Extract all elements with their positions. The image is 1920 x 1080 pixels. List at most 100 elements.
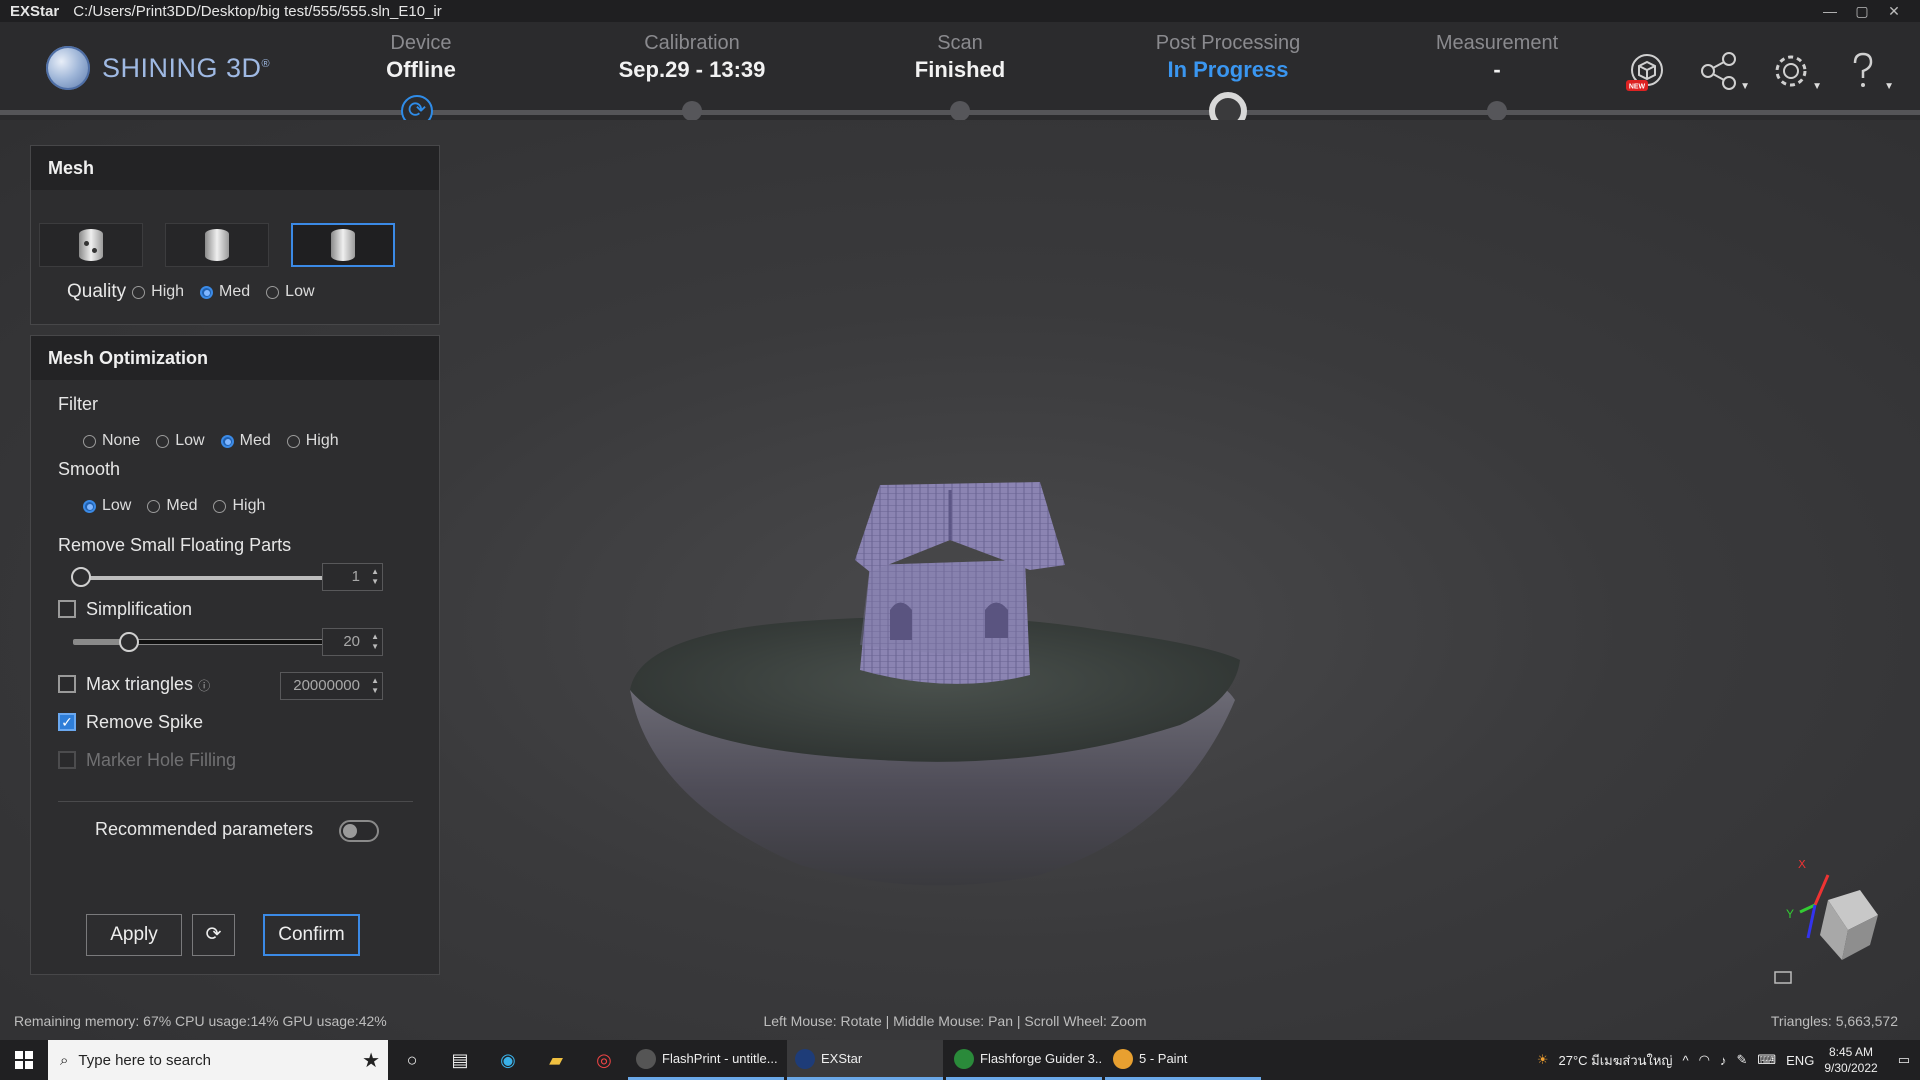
step-measurement[interactable]: Measurement - xyxy=(1387,32,1607,83)
filter-none-radio[interactable]: None xyxy=(83,432,140,450)
radio-selected-icon xyxy=(200,285,214,299)
weather-text[interactable]: 27°C มีเมฆส่วนใหญ่ xyxy=(1559,1050,1673,1071)
reset-button[interactable]: ⟳ xyxy=(192,914,235,956)
pen-icon[interactable]: ✎ xyxy=(1736,1052,1747,1068)
share-button[interactable]: ▼ xyxy=(1696,48,1750,94)
radio-icon xyxy=(213,499,227,513)
taskbar-search-box[interactable]: ⌕ Type here to search ★ xyxy=(48,1040,388,1080)
spin-arrows-icon[interactable]: ▲ ▼ xyxy=(371,567,379,587)
step-post-processing-value: In Progress xyxy=(1167,57,1289,82)
file-explorer-icon[interactable]: ▰ xyxy=(532,1040,580,1080)
radio-icon xyxy=(132,285,146,299)
mesh-optimization-panel: Mesh Optimization Filter None Low Med Hi… xyxy=(30,335,440,975)
cortana-icon[interactable]: ○ xyxy=(388,1040,436,1080)
step-post-processing-label: Post Processing xyxy=(1155,32,1301,54)
taskbar-app-exstar[interactable]: EXStar xyxy=(787,1040,943,1080)
maximize-button[interactable]: ▢ xyxy=(1846,3,1878,20)
reset-icon: ⟳ xyxy=(205,924,222,945)
max-triangles-checkbox[interactable] xyxy=(58,675,76,693)
cylinder-holes-icon xyxy=(79,229,103,261)
smooth-high-radio[interactable]: High xyxy=(213,497,265,515)
max-triangles-label: Max triangles ⓘ xyxy=(86,674,210,695)
smooth-low-label: Low xyxy=(102,497,132,514)
mesh-mode-unwatertight-button[interactable] xyxy=(165,223,269,267)
confirm-button[interactable]: Confirm xyxy=(263,914,360,956)
smooth-low-radio[interactable]: Low xyxy=(83,497,131,515)
radio-icon xyxy=(286,434,300,448)
help-button[interactable]: ▼ xyxy=(1840,48,1894,94)
taskbar-app-chrome[interactable]: Flashforge Guider 3... xyxy=(946,1040,1102,1080)
max-triangles-value: 20000000 xyxy=(293,677,360,694)
step-scan-label: Scan xyxy=(937,32,983,54)
chrome-icon[interactable]: ◎ xyxy=(580,1040,628,1080)
step-calibration-value: Sep.29 - 13:39 xyxy=(618,57,766,82)
cylinder-icon xyxy=(205,229,229,261)
settings-icon xyxy=(1775,55,1807,87)
remove-spike-checkbox[interactable]: ✓ xyxy=(58,713,76,731)
recommended-parameters-toggle[interactable] xyxy=(339,820,379,842)
simplification-handle[interactable] xyxy=(119,632,139,652)
logo-globe-icon xyxy=(46,46,90,90)
keyboard-icon[interactable]: ⌨ xyxy=(1757,1052,1776,1068)
remove-small-parts-handle[interactable] xyxy=(71,567,91,587)
max-triangles-text: Max triangles xyxy=(86,674,194,694)
simplification-slider-fill xyxy=(73,640,125,644)
flashprint-icon xyxy=(636,1048,656,1069)
quality-med-radio[interactable]: Med xyxy=(200,283,250,301)
orientation-gizmo[interactable]: X Y xyxy=(1770,860,1890,990)
fit-view-icon[interactable] xyxy=(1774,971,1792,984)
taskbar-app-flashprint[interactable]: FlashPrint - untitle... xyxy=(628,1040,784,1080)
quality-low-radio[interactable]: Low xyxy=(266,283,315,301)
network-icon[interactable]: ◠ xyxy=(1699,1052,1710,1068)
taskbar-app-flashprint-label: FlashPrint - untitle... xyxy=(662,1051,778,1066)
mesh-panel: Mesh Quality High Med Low xyxy=(30,145,440,325)
quality-row: Quality High Med Low xyxy=(67,281,331,303)
task-view-icon[interactable]: ▤ xyxy=(436,1040,484,1080)
remove-spike-label: Remove Spike xyxy=(86,712,204,732)
smooth-med-radio[interactable]: Med xyxy=(147,497,197,515)
scanned-house-model[interactable] xyxy=(620,470,1260,900)
simplification-spinbox[interactable]: 20 ▲ ▼ xyxy=(322,628,383,656)
remove-small-parts-spinbox[interactable]: 1 ▲ ▼ xyxy=(322,563,383,591)
mesh-mode-watertight-button[interactable] xyxy=(39,223,143,267)
minimize-button[interactable]: — xyxy=(1814,3,1846,19)
spin-arrows-icon[interactable]: ▲ ▼ xyxy=(371,632,379,652)
quality-low-label: Low xyxy=(285,283,315,300)
step-post-processing[interactable]: Post Processing In Progress xyxy=(1118,32,1338,83)
step-calibration[interactable]: Calibration Sep.29 - 13:39 xyxy=(582,32,802,83)
tray-chevron-icon[interactable]: ^ xyxy=(1683,1053,1689,1068)
notifications-icon[interactable]: ▭ xyxy=(1898,1052,1910,1068)
step-scan[interactable]: Scan Finished xyxy=(850,32,1070,83)
radio-icon xyxy=(156,434,170,448)
taskbar-clock[interactable]: 8:45 AM 9/30/2022 xyxy=(1824,1044,1877,1076)
max-triangles-spinbox[interactable]: 20000000 ▲ ▼ xyxy=(280,672,383,700)
info-icon[interactable]: ⓘ xyxy=(198,679,210,693)
mesh-mode-semi-watertight-button[interactable] xyxy=(291,223,395,267)
filter-med-radio[interactable]: Med xyxy=(220,432,271,450)
step-device[interactable]: Device Offline xyxy=(311,32,531,83)
step-scan-dot xyxy=(950,101,970,121)
simplification-checkbox[interactable] xyxy=(58,600,76,618)
window-title-bar: EXStar C:/Users/Print3DD/Desktop/big tes… xyxy=(0,0,1920,22)
weather-icon[interactable]: ☀ xyxy=(1537,1052,1549,1068)
quality-high-radio[interactable]: High xyxy=(132,283,184,301)
radio-icon xyxy=(83,434,96,448)
filter-high-radio[interactable]: High xyxy=(286,432,339,450)
recommended-parameters-label: Recommended parameters xyxy=(95,819,314,839)
remove-small-parts-slider[interactable] xyxy=(73,576,341,580)
filter-low-radio[interactable]: Low xyxy=(156,432,205,450)
edge-icon[interactable]: ◉ xyxy=(484,1040,532,1080)
apply-button[interactable]: Apply xyxy=(86,914,182,956)
language-indicator[interactable]: ENG xyxy=(1786,1053,1814,1068)
settings-button[interactable]: ▼ xyxy=(1768,48,1822,94)
remove-small-parts-label: Remove Small Floating Parts xyxy=(58,535,292,555)
search-icon: ⌕ xyxy=(60,1051,69,1069)
new-model-button[interactable]: NEW xyxy=(1624,48,1674,94)
start-button[interactable] xyxy=(0,1040,48,1080)
close-button[interactable]: ✕ xyxy=(1878,3,1910,20)
spin-arrows-icon[interactable]: ▲ ▼ xyxy=(371,676,379,696)
volume-icon[interactable]: ♪ xyxy=(1720,1053,1727,1068)
marker-hole-filling-checkbox xyxy=(58,751,76,769)
file-path: C:/Users/Print3DD/Desktop/big test/555/5… xyxy=(73,2,442,20)
taskbar-app-paint[interactable]: 5 - Paint xyxy=(1105,1040,1261,1080)
